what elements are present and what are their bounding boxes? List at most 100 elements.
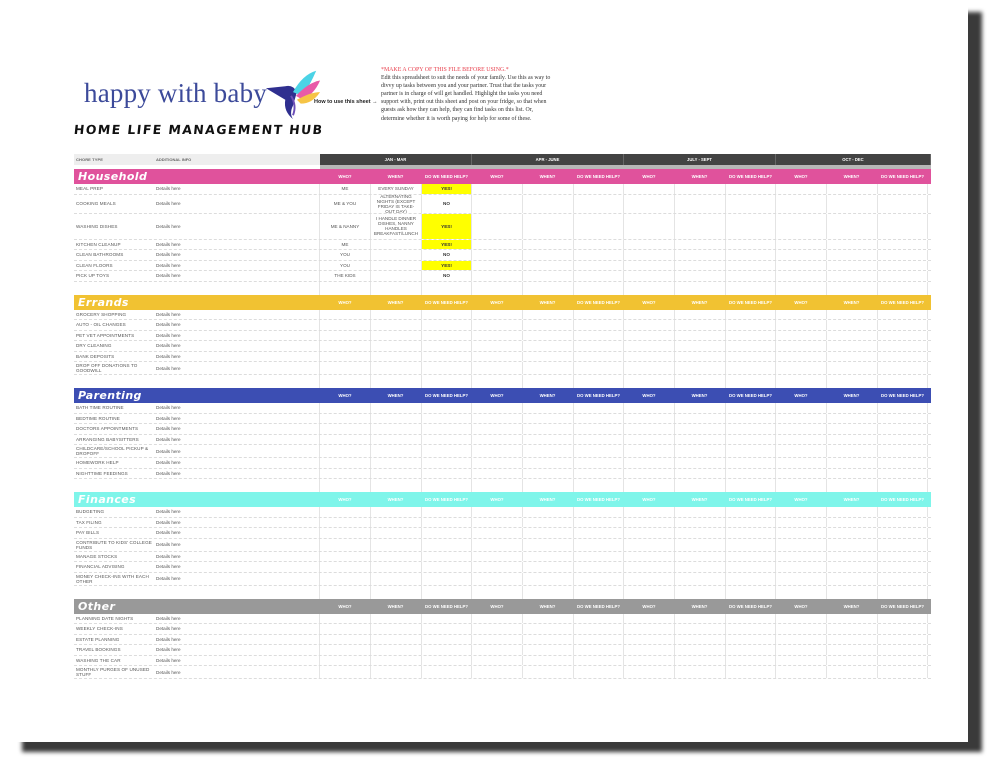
help-cell[interactable] (726, 528, 776, 538)
who-cell[interactable]: YOU (320, 250, 371, 260)
help-cell[interactable] (878, 572, 928, 585)
when-cell[interactable] (371, 613, 422, 623)
when-cell[interactable] (675, 260, 726, 270)
who-cell[interactable] (472, 194, 523, 213)
chore-name[interactable]: PAY BILLS (74, 528, 154, 538)
who-cell[interactable] (472, 562, 523, 572)
when-cell[interactable] (675, 239, 726, 249)
who-cell[interactable]: YOU (320, 260, 371, 270)
when-cell[interactable] (675, 538, 726, 551)
who-cell[interactable] (776, 309, 827, 319)
help-cell[interactable] (574, 445, 624, 457)
who-cell[interactable] (776, 194, 827, 213)
when-cell[interactable] (827, 239, 878, 249)
chore-details[interactable]: Details here (154, 330, 320, 340)
help-cell[interactable] (422, 624, 472, 634)
when-cell[interactable] (827, 424, 878, 434)
help-cell[interactable] (422, 562, 472, 572)
who-cell[interactable] (472, 320, 523, 330)
when-cell[interactable] (827, 624, 878, 634)
who-cell[interactable] (472, 645, 523, 655)
help-cell[interactable] (878, 517, 928, 527)
who-cell[interactable] (624, 250, 675, 260)
help-cell[interactable] (422, 434, 472, 444)
when-cell[interactable] (523, 413, 574, 423)
help-cell[interactable] (422, 655, 472, 665)
empty-cell[interactable] (726, 281, 776, 295)
chore-details[interactable]: Details here (154, 445, 320, 457)
when-cell[interactable] (827, 458, 878, 468)
help-cell[interactable] (422, 424, 472, 434)
when-cell[interactable] (675, 666, 726, 678)
help-cell[interactable] (726, 309, 776, 319)
chore-name[interactable]: CONTRIBUTE TO KIDS' COLLEGE FUNDS (74, 539, 154, 551)
when-cell[interactable] (827, 655, 878, 665)
who-cell[interactable] (472, 634, 523, 644)
when-cell[interactable] (371, 320, 422, 330)
empty-cell[interactable] (523, 281, 574, 295)
empty-cell[interactable] (878, 375, 928, 388)
help-cell[interactable] (422, 403, 472, 413)
help-cell[interactable] (726, 613, 776, 623)
help-cell[interactable] (422, 468, 472, 478)
when-cell[interactable] (675, 613, 726, 623)
help-cell[interactable] (574, 250, 624, 260)
help-cell[interactable] (574, 528, 624, 538)
who-cell[interactable] (624, 468, 675, 478)
who-cell[interactable] (624, 239, 675, 249)
who-cell[interactable] (624, 413, 675, 423)
help-cell[interactable] (726, 320, 776, 330)
empty-cell[interactable] (422, 479, 472, 492)
help-cell[interactable] (574, 330, 624, 340)
help-cell[interactable] (726, 634, 776, 644)
empty-cell[interactable] (726, 479, 776, 492)
when-cell[interactable] (675, 271, 726, 281)
empty-cell[interactable] (675, 375, 726, 388)
who-cell[interactable] (776, 517, 827, 527)
who-cell[interactable] (472, 572, 523, 585)
help-cell[interactable] (422, 351, 472, 361)
when-cell[interactable] (827, 320, 878, 330)
who-cell[interactable] (624, 184, 675, 194)
chore-name[interactable]: CLEAN BATHROOMS (74, 250, 154, 260)
empty-cell[interactable] (472, 375, 523, 388)
who-cell[interactable] (624, 666, 675, 678)
when-cell[interactable] (371, 458, 422, 468)
empty-cell[interactable] (776, 585, 827, 599)
when-cell[interactable] (523, 458, 574, 468)
who-cell[interactable] (624, 528, 675, 538)
chore-name[interactable]: BATH TIME ROUTINE (74, 403, 154, 413)
when-cell[interactable] (675, 413, 726, 423)
help-cell[interactable] (574, 194, 624, 213)
empty-cell[interactable] (422, 375, 472, 388)
empty-cell[interactable] (574, 585, 624, 599)
who-cell[interactable] (624, 458, 675, 468)
when-cell[interactable] (523, 403, 574, 413)
when-cell[interactable] (371, 634, 422, 644)
who-cell[interactable] (320, 572, 371, 585)
help-cell[interactable] (878, 445, 928, 457)
when-cell[interactable] (371, 517, 422, 527)
empty-cell[interactable] (422, 281, 472, 295)
chore-name[interactable]: CLEAN FLOORS (74, 261, 154, 271)
help-cell[interactable] (878, 320, 928, 330)
empty-cell[interactable] (523, 375, 574, 388)
who-cell[interactable] (624, 613, 675, 623)
help-cell[interactable]: YES! (422, 184, 472, 194)
when-cell[interactable] (523, 194, 574, 213)
when-cell[interactable] (675, 562, 726, 572)
when-cell[interactable] (675, 655, 726, 665)
who-cell[interactable] (776, 613, 827, 623)
who-cell[interactable] (624, 655, 675, 665)
help-cell[interactable] (422, 517, 472, 527)
who-cell[interactable] (472, 666, 523, 678)
chore-details[interactable]: Details here (154, 194, 320, 213)
help-cell[interactable] (878, 458, 928, 468)
when-cell[interactable] (675, 434, 726, 444)
help-cell[interactable] (878, 213, 928, 239)
who-cell[interactable] (776, 271, 827, 281)
when-cell[interactable] (675, 551, 726, 561)
who-cell[interactable] (320, 551, 371, 561)
when-cell[interactable] (523, 250, 574, 260)
when-cell[interactable] (675, 572, 726, 585)
